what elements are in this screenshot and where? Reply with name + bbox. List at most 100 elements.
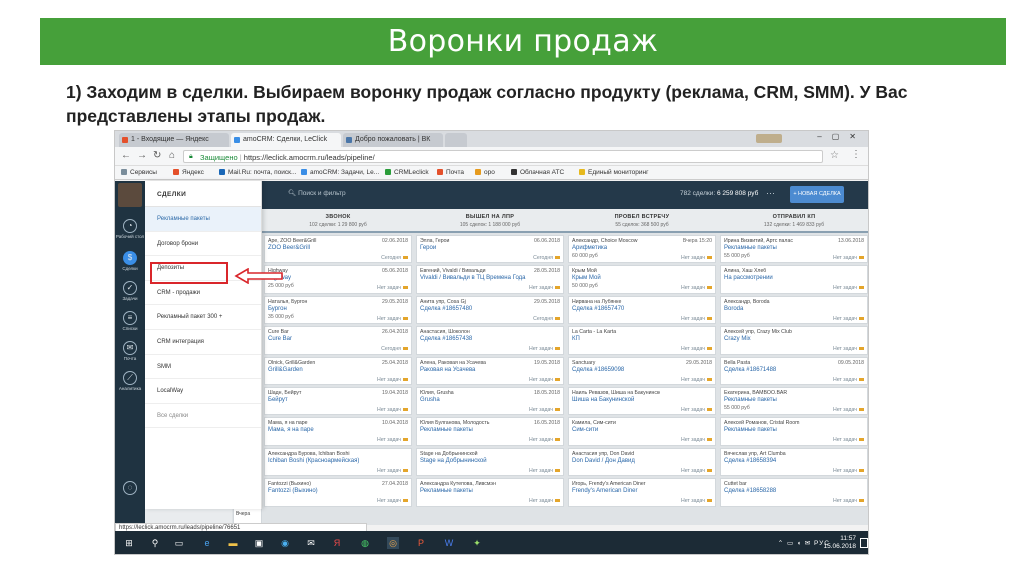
new-tab-button[interactable] xyxy=(445,133,467,147)
deal-card[interactable]: Нирвана на Лубянке Сделка #18657470 Нет за… xyxy=(568,295,716,325)
deals-menu-item[interactable]: Рекламные пакеты xyxy=(145,207,261,232)
window-controls[interactable]: –▢✕ xyxy=(817,132,866,141)
deal-name[interactable]: На рассмотрении xyxy=(724,275,773,281)
deal-card[interactable]: Cuttet bar Сделка #18658288 Нет задач xyxy=(720,478,868,507)
store-icon[interactable]: ▣ xyxy=(253,537,265,549)
deal-name[interactable]: Герои xyxy=(420,245,436,251)
chrome-icon[interactable]: ◎ xyxy=(387,537,399,549)
deal-name[interactable]: Сделка #18671488 xyxy=(724,367,776,373)
word-icon[interactable]: W xyxy=(443,537,455,549)
bookmark-item[interactable]: Сервисы xyxy=(121,169,157,176)
deal-name[interactable]: ZOO Beer&Grill xyxy=(268,245,310,251)
deal-card[interactable]: La Carta - La Karta КП Нет задач xyxy=(568,326,716,355)
nav-chat[interactable]: ◌ xyxy=(115,481,145,496)
deal-name[interactable]: Fantozzi (Выхино) xyxy=(268,488,318,494)
deal-card[interactable]: Olnick, Grill&Garden 25.04.2018 Grill&Gard… xyxy=(264,356,412,385)
bookmark-item[interactable]: орo xyxy=(475,169,495,176)
deal-card[interactable]: Bella Pasta 09.05.2018 Сделка #18671488 Нет… xyxy=(720,356,868,385)
bookmark-item[interactable]: Единый мониторинг xyxy=(579,169,649,176)
deal-name[interactable]: Бейрут xyxy=(268,397,288,403)
deal-name[interactable]: Crazy Mix xyxy=(724,336,751,342)
deal-card[interactable]: Анастасия упр, Don David Don David / Дон … xyxy=(568,447,716,477)
column-header[interactable]: ПРОВЕЛ ВСТРЕЧУ 55 сделок: 368 500 руб xyxy=(566,209,718,233)
deal-card[interactable]: Sanctuary 29.05.2018 Сделка #18659098 Нет з… xyxy=(568,356,716,385)
bookmark-item[interactable]: Почта xyxy=(437,169,464,176)
deal-card[interactable]: Камила, Сим-сити Сим-сити Нет задач xyxy=(568,417,716,446)
deal-name[interactable]: Сделка #18657480 xyxy=(420,306,472,312)
deal-name[interactable]: Крым Мой xyxy=(572,275,601,281)
deal-name[interactable]: Рекламные пакеты xyxy=(420,427,473,433)
deal-card[interactable]: Наталья, Бургон 29.05.2018 Бургон 35 000 ру… xyxy=(264,295,412,325)
column-header[interactable]: ОТПРАВИЛ КП 132 сделки: 1 469 833 руб xyxy=(718,209,868,233)
deal-card[interactable]: Алексей Романов, Cristal Room Рекламные п… xyxy=(720,417,868,446)
avatar[interactable] xyxy=(118,183,142,207)
new-deal-button[interactable]: + НОВАЯ СДЕЛКА xyxy=(790,186,844,203)
deal-card[interactable]: Александр, Choice Moscow Вчера 15:20 Арифм… xyxy=(568,235,716,264)
deal-name[interactable]: Рекламные пакеты xyxy=(724,427,777,433)
deal-name[interactable]: Сим-сити xyxy=(572,427,598,433)
system-tray[interactable]: ⌃ ▭ ◖ ✉ РУС xyxy=(778,539,830,547)
column-header[interactable]: ЗВОНОК 102 сделки: 1 29 800 руб xyxy=(262,209,414,233)
address-bar[interactable]: 🔒︎ Защищено | https://leclick.amocrm.ru/… xyxy=(183,150,823,163)
reload-icon[interactable]: ↻ xyxy=(153,150,161,161)
browser-menu-icon[interactable]: ⋮ xyxy=(851,149,861,160)
deal-name[interactable]: Frendy's American Diner xyxy=(572,488,638,494)
deal-card[interactable]: Stage на Добрынинской Stage на Добрынинск… xyxy=(416,447,564,477)
start-icon[interactable]: ⊞ xyxy=(123,537,135,549)
bookmark-item[interactable]: Облачная АТС xyxy=(511,169,564,176)
nav-lists[interactable]: ≡ Списки xyxy=(115,311,145,331)
browser-tab-amocrm[interactable]: amoCRM: Сделки, LeClick xyxy=(231,133,341,147)
app-icon[interactable]: ✦ xyxy=(471,537,483,549)
bookmark-item[interactable]: Mail.Ru: почта, поиск... xyxy=(219,169,296,176)
forward-icon[interactable]: → xyxy=(137,150,147,161)
ie-icon[interactable]: ◉ xyxy=(279,537,291,549)
nav-analytics[interactable]: ⟋ Аналитика xyxy=(115,371,145,391)
search-icon[interactable]: ⚲ xyxy=(149,537,161,549)
deal-name[interactable]: Рекламные пакеты xyxy=(420,488,473,494)
profile-badge[interactable] xyxy=(756,134,782,143)
deal-name[interactable]: Ichiban Boshi (Красноармейская) xyxy=(268,458,359,464)
deal-card[interactable]: Александр, Borodа Boroda Нет задач xyxy=(720,295,868,325)
deal-card[interactable]: Анастасия, Шоколон Сделка #18657438 Нет за… xyxy=(416,326,564,355)
deal-name[interactable]: Арифметика xyxy=(572,245,607,251)
deal-card[interactable]: Вячеслав упр, Art Clumba Сделка #18658394… xyxy=(720,447,868,477)
deal-card[interactable]: Ирина Визвитий, Артс палас 13.06.2018 Рекл… xyxy=(720,235,868,264)
deal-name[interactable]: Сделка #18658288 xyxy=(724,488,776,494)
deals-menu-item[interactable]: Договор брони xyxy=(145,232,261,257)
home-icon[interactable]: ⌂ xyxy=(169,150,175,161)
deal-name[interactable]: Boroda xyxy=(724,306,743,312)
deal-name[interactable]: Сделка #18658394 xyxy=(724,458,776,464)
deals-menu-item[interactable]: CRM - продажи xyxy=(145,281,261,306)
deal-name[interactable]: Cure Bar xyxy=(268,336,292,342)
deal-name[interactable]: Раковая на Усачева xyxy=(420,367,475,373)
deal-name[interactable]: Grusha xyxy=(420,397,440,403)
deal-card[interactable]: Аре, ZOO Beer&Grill 02.06.2018 ZOO Beer&Gr… xyxy=(264,235,412,264)
deal-card[interactable]: Юлия Булганова, Молодость 16.05.2018 Рекла… xyxy=(416,417,564,446)
nav-tasks[interactable]: ✓ Задачи xyxy=(115,281,145,301)
more-icon[interactable]: ··· xyxy=(766,188,775,198)
deal-card[interactable]: Cure Bar 26.04.2018 Cure Bar Сегодня xyxy=(264,326,412,355)
deal-name[interactable]: Сделка #18657470 xyxy=(572,306,624,312)
deal-card[interactable]: Наиль Ревазов, Шиша на Бакунинской Шиша н… xyxy=(568,386,716,416)
browser-tab-vk[interactable]: Добро пожаловать | ВК xyxy=(343,133,443,147)
task-view-icon[interactable]: ▭ xyxy=(173,537,185,549)
deal-card[interactable]: Евгений, Vivaldi / Вивальди 28.05.2018 Viv… xyxy=(416,265,564,294)
deal-card[interactable]: Екатерина, BAMBOO.BAR Рекламные пакеты 55 … xyxy=(720,386,868,416)
deal-card[interactable]: Александра Бурова, Ichiban Boshi Ichiban … xyxy=(264,447,412,477)
deal-card[interactable]: Александра Кутепова, Ливсмэн Рекламные па… xyxy=(416,478,564,507)
deal-card[interactable]: Шадн, Бейрут 19.04.2018 Бейрут Нет задач xyxy=(264,386,412,416)
edge-icon[interactable]: e xyxy=(201,537,213,549)
deals-menu-item[interactable]: Все сделки xyxy=(145,404,261,429)
deal-card[interactable]: Анита упр, Cosa Gj 29.05.2018 Сделка #1865… xyxy=(416,295,564,325)
deal-card[interactable]: Алена, Раковая на Усачева 19.05.2018 Раков… xyxy=(416,356,564,385)
notifications-icon[interactable] xyxy=(860,538,868,548)
deal-name[interactable]: Шиша на Бакунинской xyxy=(572,397,634,403)
nav-dashboard[interactable]: ◔ Рабочий стол xyxy=(115,219,145,239)
nav-mail[interactable]: ✉ Почта xyxy=(115,341,145,361)
deal-card[interactable]: Юлия, Grusha 18.05.2018 Grusha Нет задач xyxy=(416,386,564,416)
deal-card[interactable]: Мама, я на паре 10.04.2018 Мама, я на паре… xyxy=(264,417,412,446)
back-icon[interactable]: ← xyxy=(121,150,131,161)
deal-name[interactable]: Бургон xyxy=(268,306,287,312)
clock[interactable]: 11:57 15.06.2018 xyxy=(823,535,856,551)
whatsapp-icon[interactable]: ◍ xyxy=(359,537,371,549)
